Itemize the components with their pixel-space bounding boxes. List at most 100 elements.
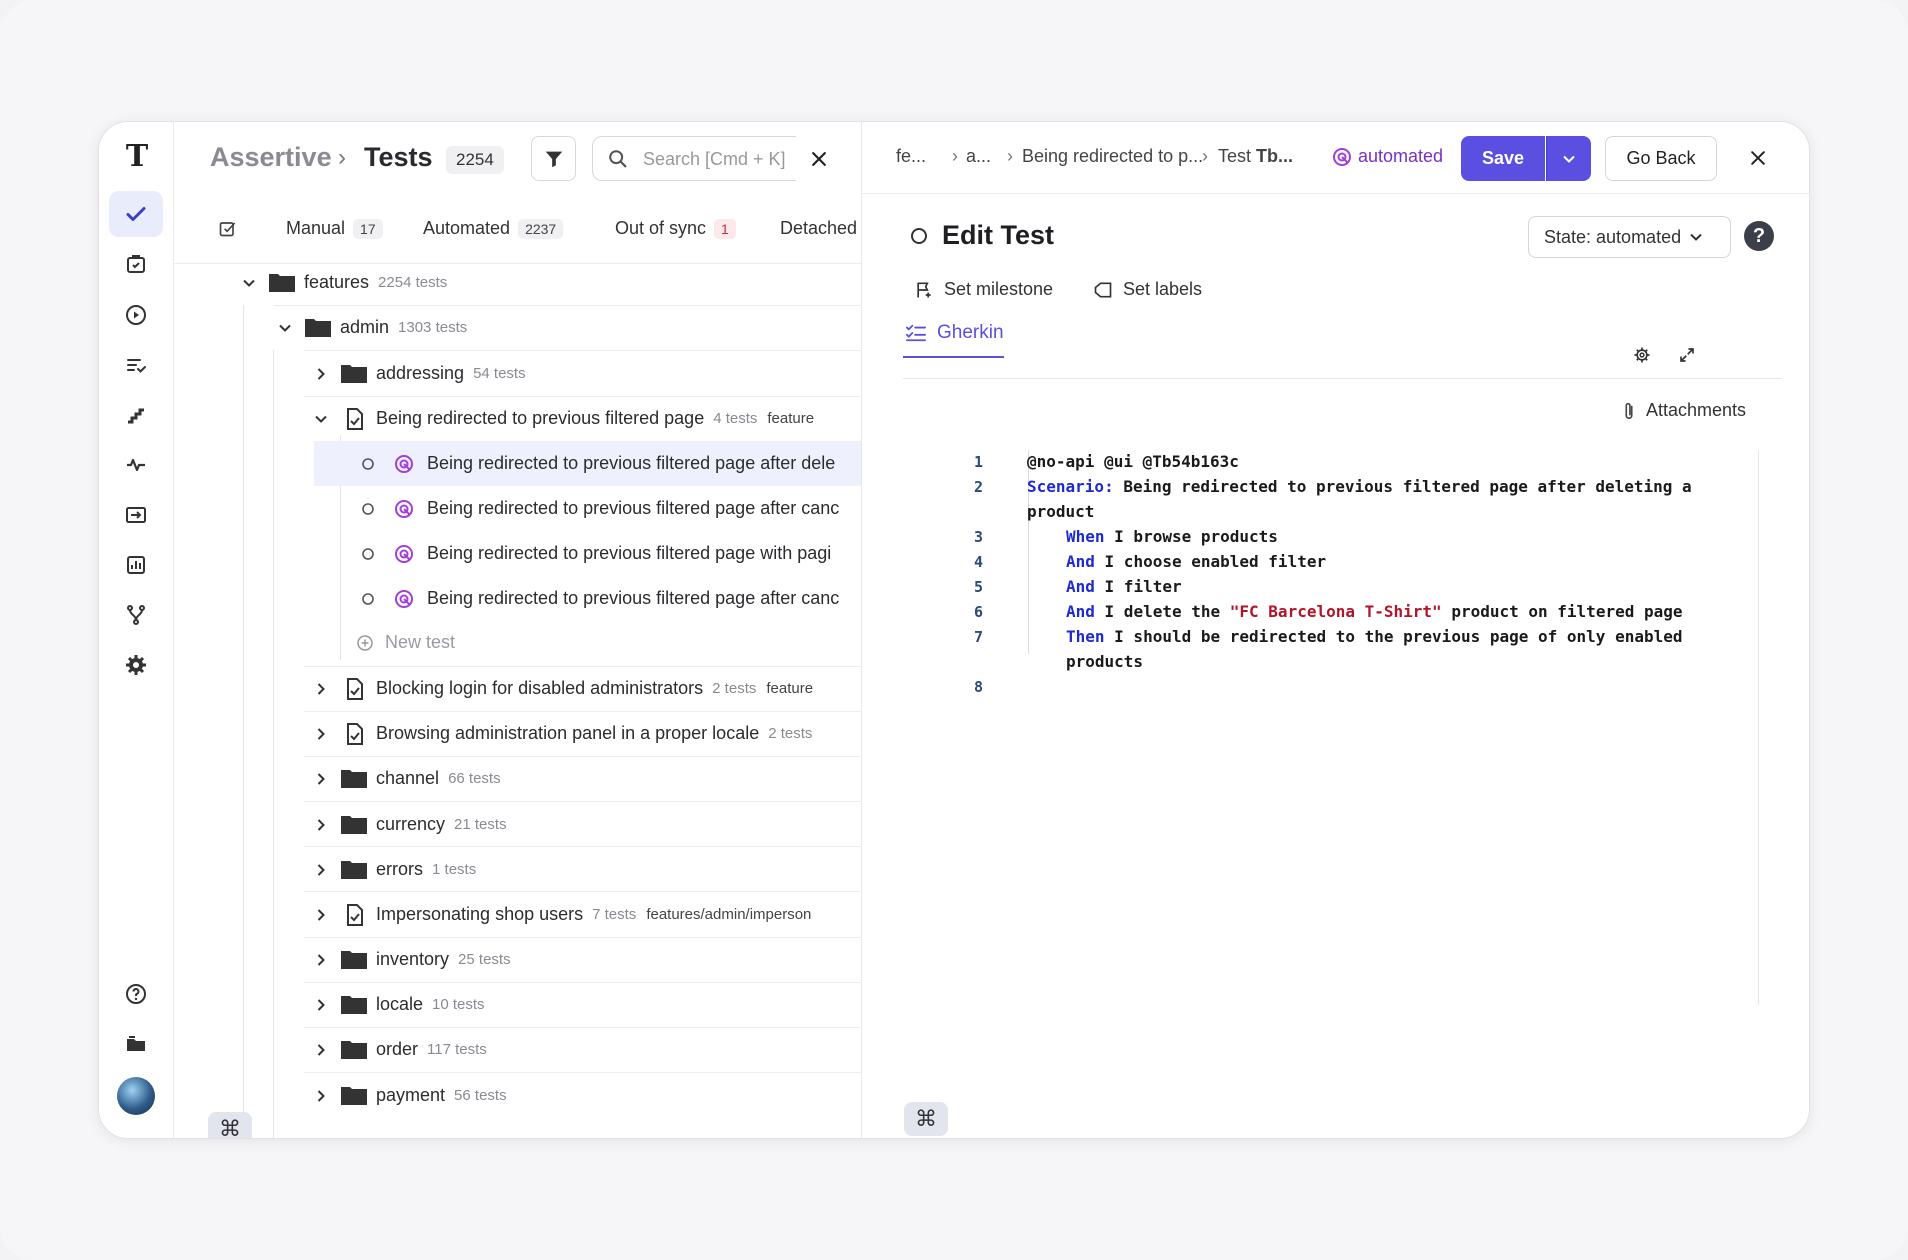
save-button[interactable]: Save bbox=[1461, 136, 1545, 181]
status-circle-icon bbox=[362, 592, 374, 605]
set-labels-button[interactable]: Set labels bbox=[1093, 279, 1202, 300]
chevron-right-icon[interactable] bbox=[310, 1039, 332, 1061]
file-check-icon bbox=[340, 903, 368, 927]
chevron-right-icon[interactable] bbox=[310, 814, 332, 836]
clear-search-button[interactable] bbox=[796, 136, 841, 181]
filter-button[interactable] bbox=[531, 136, 576, 181]
help-button[interactable]: ? bbox=[1744, 221, 1774, 251]
folder-label: addressing bbox=[376, 363, 465, 383]
test-row-selected[interactable]: Being redirected to previous filtered pa… bbox=[314, 441, 861, 486]
chevron-right-icon[interactable] bbox=[310, 768, 332, 790]
tree-suite-redirected[interactable]: Being redirected to previous filtered pa… bbox=[174, 396, 861, 441]
tree-suite-impersonating[interactable]: Impersonating shop users 7 tests features/… bbox=[174, 892, 861, 937]
nav-settings-icon[interactable] bbox=[109, 642, 163, 688]
chevron-right-icon[interactable] bbox=[310, 363, 332, 385]
nav-play-icon[interactable] bbox=[109, 292, 163, 338]
go-back-button[interactable]: Go Back bbox=[1605, 136, 1717, 181]
new-test-button[interactable]: New test bbox=[314, 620, 861, 665]
breadcrumb-item[interactable]: a... bbox=[966, 146, 991, 167]
test-row[interactable]: Being redirected to previous filtered pa… bbox=[314, 576, 861, 621]
tree-folder-payment[interactable]: payment 56 tests bbox=[174, 1073, 861, 1118]
chevron-down-icon[interactable] bbox=[238, 272, 260, 294]
tab-label: Manual bbox=[286, 218, 346, 238]
app-background: T Assertive › Tests 2254 Search [Cmd + K… bbox=[0, 0, 1908, 1260]
breadcrumb-item[interactable]: Being redirected to p... bbox=[1022, 146, 1203, 167]
help-circle-icon[interactable] bbox=[109, 971, 163, 1017]
nav-import-icon[interactable] bbox=[109, 492, 163, 538]
tab-detached[interactable]: Detached bbox=[780, 218, 857, 239]
folder-count: 1303 tests bbox=[398, 319, 468, 336]
tab-automated[interactable]: Automated 2237 bbox=[423, 218, 564, 239]
state-dropdown[interactable]: State: automated bbox=[1528, 216, 1731, 258]
expand-editor-button[interactable] bbox=[1672, 340, 1702, 370]
app-logo[interactable]: T bbox=[119, 140, 155, 174]
chevron-right-icon[interactable] bbox=[310, 1085, 332, 1107]
nav-tests-icon[interactable] bbox=[109, 191, 163, 237]
select-all-icon[interactable] bbox=[218, 218, 238, 238]
tree-folder-features[interactable]: features 2254 tests bbox=[174, 265, 861, 305]
line-number: 5 bbox=[973, 578, 983, 596]
nav-pulse-icon[interactable] bbox=[109, 442, 163, 488]
projects-icon[interactable] bbox=[109, 1021, 163, 1067]
nav-runs-icon[interactable] bbox=[109, 241, 163, 287]
folder-icon bbox=[340, 1084, 368, 1108]
nav-steps-icon[interactable] bbox=[109, 392, 163, 438]
code-text: Being redirected to previous filtered pa… bbox=[1113, 477, 1692, 496]
suite-count: 7 tests bbox=[592, 906, 637, 923]
tree-folder-inventory[interactable]: inventory 25 tests bbox=[174, 937, 861, 982]
search-icon bbox=[609, 150, 627, 168]
folder-icon bbox=[340, 813, 368, 837]
tab-manual[interactable]: Manual 17 bbox=[286, 218, 383, 239]
save-options-button[interactable] bbox=[1546, 136, 1591, 181]
chevron-right-icon[interactable] bbox=[310, 994, 332, 1016]
tree-suite-browsing[interactable]: Browsing administration panel in a prope… bbox=[174, 711, 861, 756]
chevron-right-icon[interactable] bbox=[310, 723, 332, 745]
command-palette-button[interactable]: ⌘ bbox=[208, 1112, 252, 1138]
chevron-right-icon[interactable] bbox=[310, 678, 332, 700]
tree-folder-channel[interactable]: channel 66 tests bbox=[174, 756, 861, 801]
code-text: product on filtered page bbox=[1441, 602, 1683, 621]
tree-suite-blocking[interactable]: Blocking login for disabled administrato… bbox=[174, 666, 861, 711]
test-row[interactable]: Being redirected to previous filtered pa… bbox=[314, 531, 861, 576]
test-row[interactable]: Being redirected to previous filtered pa… bbox=[314, 486, 861, 531]
user-avatar[interactable] bbox=[117, 1077, 155, 1115]
chevron-down-icon[interactable] bbox=[274, 317, 296, 339]
chevron-right-icon[interactable] bbox=[310, 859, 332, 881]
tree-folder-order[interactable]: order 117 tests bbox=[174, 1027, 861, 1072]
code-line: When I browse products bbox=[1066, 527, 1278, 546]
tree-folder-currency[interactable]: currency 21 tests bbox=[174, 802, 861, 847]
editor-settings-button[interactable] bbox=[1627, 340, 1657, 370]
test-label: Being redirected to previous filtered pa… bbox=[427, 588, 840, 608]
nav-plans-icon[interactable] bbox=[109, 342, 163, 388]
code-line: And I delete the "FC Barcelona T-Shirt" … bbox=[1066, 602, 1683, 621]
tab-label: Automated bbox=[423, 218, 511, 238]
set-milestone-button[interactable]: Set milestone bbox=[914, 279, 1053, 300]
close-panel-button[interactable] bbox=[1740, 140, 1776, 176]
nav-branches-icon[interactable] bbox=[109, 592, 163, 638]
tree-folder-errors[interactable]: errors 1 tests bbox=[174, 847, 861, 892]
nav-analytics-icon[interactable] bbox=[109, 542, 163, 588]
line-number: 1 bbox=[973, 453, 983, 471]
suite-count: 4 tests bbox=[713, 410, 758, 427]
command-palette-button[interactable]: ⌘ bbox=[904, 1102, 948, 1136]
tab-label: Gherkin bbox=[937, 322, 1004, 343]
tab-count: 17 bbox=[353, 218, 383, 239]
line-number: 3 bbox=[973, 528, 983, 546]
suite-label: Browsing administration panel in a prope… bbox=[376, 723, 760, 743]
chevron-right-icon[interactable] bbox=[310, 904, 332, 926]
editor-scrollbar[interactable] bbox=[1758, 450, 1759, 1005]
attachments-button[interactable]: Attachments bbox=[1620, 400, 1746, 421]
chevron-down-icon[interactable] bbox=[310, 408, 332, 430]
tree-folder-locale[interactable]: locale 10 tests bbox=[174, 982, 861, 1027]
breadcrumb-item[interactable]: fe... bbox=[896, 146, 926, 167]
gherkin-editor[interactable]: 1 2 3 4 5 6 7 8 @no-api @ui @Tb54b163c S… bbox=[903, 450, 1781, 1005]
folder-icon bbox=[340, 1038, 368, 1062]
tree-folder-admin[interactable]: admin 1303 tests bbox=[174, 305, 861, 350]
tree-folder-addressing[interactable]: addressing 54 tests bbox=[174, 351, 861, 396]
folder-count: 25 tests bbox=[458, 951, 511, 968]
tab-out-of-sync[interactable]: Out of sync 1 bbox=[615, 218, 736, 239]
chevron-right-icon[interactable] bbox=[310, 949, 332, 971]
tab-gherkin[interactable]: Gherkin bbox=[903, 314, 1004, 358]
project-breadcrumb[interactable]: Assertive bbox=[210, 142, 332, 173]
folder-count: 2254 tests bbox=[378, 274, 448, 291]
